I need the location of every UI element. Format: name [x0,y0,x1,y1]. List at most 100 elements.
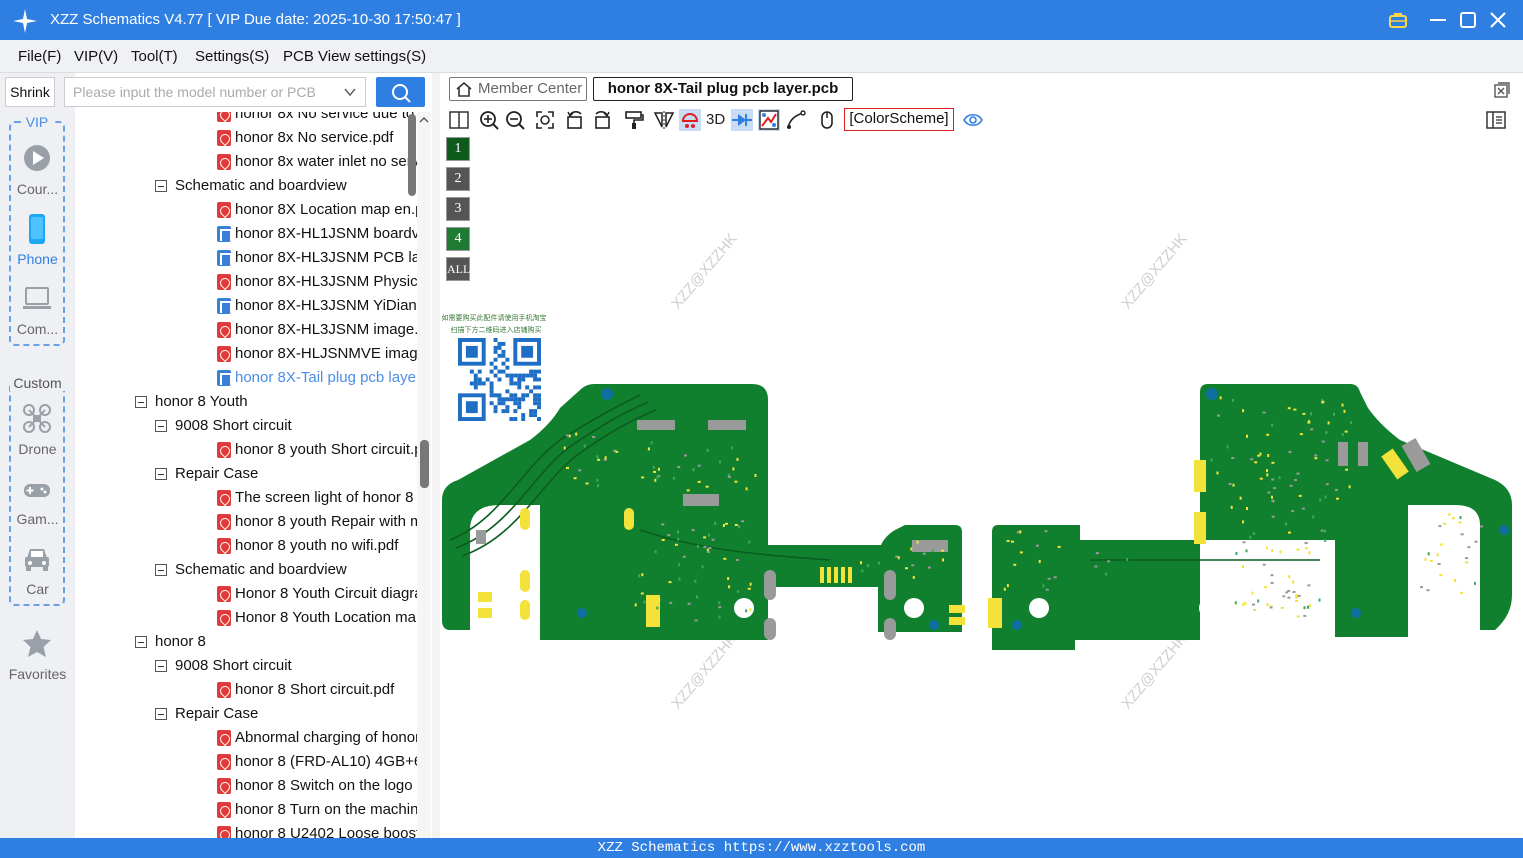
tree-folder[interactable]: Schematic and boardview [75,558,417,582]
pcb-board-canvas[interactable] [440,73,1523,838]
splitter[interactable] [432,73,440,838]
pdf-file-icon [217,826,231,838]
tree-item-label: honor 8X Location map en.pdf [235,201,417,218]
tree-file[interactable]: honor 8X Location map en.pdf [75,198,417,222]
tree-file[interactable]: honor 8X-Tail plug pcb layer.pcb [75,366,417,390]
tree-item-label: Schematic and boardview [175,561,347,578]
tree-item-label: Honor 8 Youth Circuit diagram [235,585,417,602]
collapse-toggle-icon[interactable] [135,636,147,648]
tree-item-label: honor 8 youth no wifi.pdf [235,537,399,554]
title-bar: XZZ Schematics V4.77 [ VIP Due date: 202… [0,0,1523,40]
tree-item-label: honor 8 youth Short circuit.pdf [235,441,417,458]
search-input[interactable] [65,78,335,106]
minimize-icon[interactable] [1426,8,1450,32]
tree-item-label: honor 8 youth Repair with murr [235,513,417,530]
status-bar: XZZ Schematics https://www.xzztools.com [0,838,1523,858]
pdf-file-icon [217,802,231,818]
tree-file[interactable]: honor 8X-HL3JSNM image.pdf [75,318,417,342]
rail-item-label: Gam... [16,511,59,527]
tree-file[interactable]: honor 8X-HL3JSNM YiDianTong [75,294,417,318]
tree-item-label: honor 8 U2402 Loose boost dio [235,825,417,838]
tree-item-label: honor 8 Youth [155,393,248,410]
pdf-file-icon [217,730,231,746]
tree-folder[interactable]: Schematic and boardview [75,174,417,198]
rail-item-car[interactable]: Car [0,543,75,603]
panel-resize-handle[interactable] [420,440,429,488]
rail-item-label: Phone [17,251,58,267]
tree-item-label: honor 8 [155,633,206,650]
chevron-down-icon[interactable] [343,85,357,99]
close-icon[interactable] [1486,8,1510,32]
tree-file[interactable]: honor 8 youth Short circuit.pdf [75,438,417,462]
tree-folder[interactable]: honor 8 Youth [75,390,417,414]
collapse-toggle-icon[interactable] [155,708,167,720]
collapse-toggle-icon[interactable] [155,660,167,672]
tree-file[interactable]: honor 8x No service due to water [75,112,417,126]
vip-group-label: VIP [21,114,53,130]
collapse-toggle-icon[interactable] [135,396,147,408]
tree-item-label: Abnormal charging of honor 8.pdf [235,729,417,746]
tree-file[interactable]: honor 8X-HL1JSNM boardview.pcb [75,222,417,246]
star-icon [23,630,51,657]
phone-icon [29,214,45,244]
tree-file[interactable]: Honor 8 Youth Location map H [75,606,417,630]
custom-group-label: Custom [10,375,65,391]
rail-item-computer[interactable]: Com... [0,283,75,343]
rail-item-favorites[interactable]: Favorites [0,628,75,688]
tree-file[interactable]: honor 8 youth no wifi.pdf [75,534,417,558]
menu-tool[interactable]: Tool(T) [131,48,178,65]
menu-pcb-view-settings[interactable]: PCB View settings(S) [283,48,426,65]
pdf-file-icon [217,778,231,794]
tree-file[interactable]: honor 8x No service.pdf [75,126,417,150]
collapse-toggle-icon[interactable] [155,564,167,576]
menu-vip[interactable]: VIP(V) [74,48,118,65]
pdf-file-icon [217,154,231,170]
tree-file[interactable]: The screen light of honor 8 Youth [75,486,417,510]
tree-item-label: Schematic and boardview [175,177,347,194]
tree-folder[interactable]: 9008 Short circuit [75,654,417,678]
tree-scroll-thumb[interactable] [408,114,416,196]
tree-file[interactable]: honor 8X-HLJSNMVE image.pdf [75,342,417,366]
tree-file[interactable]: honor 8 youth Repair with murr [75,510,417,534]
rail-item-label: Favorites [8,666,67,682]
tree-file[interactable]: honor 8 (FRD-AL10) 4GB+64GB [75,750,417,774]
tree-file[interactable]: honor 8X-HL3JSNM Physical Location [75,270,417,294]
chevron-up-icon[interactable] [418,114,430,126]
tree-file[interactable]: Abnormal charging of honor 8.pdf [75,726,417,750]
tree-file[interactable]: honor 8 Switch on the logo after [75,774,417,798]
collapse-toggle-icon[interactable] [155,180,167,192]
tree-file[interactable]: honor 8x water inlet no service.pdf [75,150,417,174]
rail-item-courses[interactable]: Cour... [0,143,75,203]
rail-item-drone[interactable]: Drone [0,403,75,463]
tree-file[interactable]: honor 8X-HL3JSNM PCB layer.pcb [75,246,417,270]
tree-file[interactable]: Honor 8 Youth Circuit diagram [75,582,417,606]
tree-folder[interactable]: honor 8 [75,630,417,654]
maximize-icon[interactable] [1456,8,1480,32]
tree-folder[interactable]: 9008 Short circuit [75,414,417,438]
rail-item-games[interactable]: Gam... [0,473,75,533]
search-button[interactable] [376,77,425,107]
collapse-toggle-icon[interactable] [155,420,167,432]
rail-item-label: Cour... [16,181,59,197]
rail-item-label: Com... [16,321,59,337]
play-icon [24,145,50,171]
menu-file[interactable]: File(F) [18,48,61,65]
pcb-file-icon [217,370,232,386]
tree-item-label: honor 8X-HL1JSNM boardview.pcb [235,225,417,242]
collapse-toggle-icon[interactable] [155,468,167,480]
tree-file[interactable]: honor 8 Short circuit.pdf [75,678,417,702]
file-tree: honor 8x No service due to water honor 8x… [75,112,417,838]
menu-settings[interactable]: Settings(S) [195,48,269,65]
tree-folder[interactable]: Repair Case [75,462,417,486]
tree-item-label: honor 8X-HL3JSNM PCB layer.pcb [235,249,417,266]
tree-folder[interactable]: Repair Case [75,702,417,726]
tree-item-label: honor 8X-HL3JSNM YiDianTong [235,297,417,314]
briefcase-icon[interactable] [1386,8,1410,32]
rail-item-phone[interactable]: Phone [0,213,75,273]
tree-item-label: honor 8X-HLJSNMVE image.pdf [235,345,417,362]
pcb-file-icon [217,250,232,266]
tree-item-label: honor 8 (FRD-AL10) 4GB+64GB [235,753,417,770]
shrink-button[interactable]: Shrink [5,77,55,107]
tree-file[interactable]: honor 8 U2402 Loose boost dio [75,822,417,838]
tree-file[interactable]: honor 8 Turn on the machine a [75,798,417,822]
